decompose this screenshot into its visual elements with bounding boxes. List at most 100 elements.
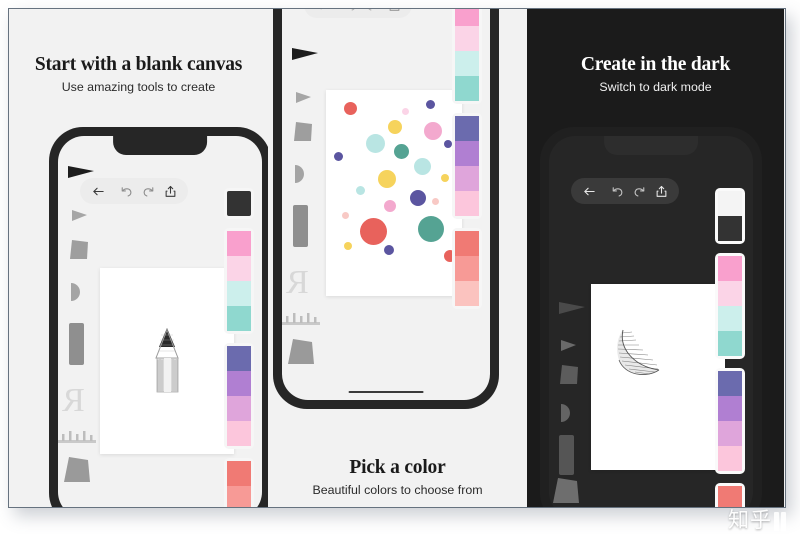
- swatch-blush[interactable]: [718, 446, 742, 471]
- swatch-coral[interactable]: [455, 231, 479, 256]
- small-triangle-tool-icon[interactable]: [296, 90, 312, 108]
- palette-selected-group[interactable]: [224, 188, 254, 219]
- drawing-canvas-1[interactable]: [100, 268, 234, 454]
- confetti-dot: [378, 170, 396, 188]
- swatch-coral[interactable]: [718, 486, 742, 507]
- palette-group-purples[interactable]: [452, 113, 482, 219]
- swatch-blush[interactable]: [455, 191, 479, 216]
- swatch-salmon[interactable]: [455, 256, 479, 281]
- palette-selected-group[interactable]: [715, 188, 745, 244]
- color-palette-2[interactable]: [452, 9, 482, 309]
- panel-pick-a-color: R Pick a color Beautiful colors to choos…: [268, 9, 527, 507]
- swatch-orchid[interactable]: [227, 371, 251, 396]
- undo-icon[interactable]: [115, 179, 137, 203]
- back-arrow-icon[interactable]: [87, 179, 109, 203]
- swatch-teal[interactable]: [455, 76, 479, 101]
- rectangle-tool-icon[interactable]: [293, 205, 308, 252]
- swatch-selected-dark[interactable]: [227, 191, 251, 216]
- swatch-purple[interactable]: [718, 371, 742, 396]
- swatch-pale-mint[interactable]: [718, 306, 742, 331]
- quad-tool-icon[interactable]: [64, 457, 90, 488]
- trapezoid-tool-icon[interactable]: [70, 240, 90, 265]
- color-palette-1[interactable]: [224, 188, 254, 507]
- swatch-hot-pink[interactable]: [455, 9, 479, 26]
- panel-1-subtitle: Use amazing tools to create: [61, 80, 216, 94]
- canvas-toolbar-1[interactable]: [80, 178, 188, 204]
- half-circle-tool-icon[interactable]: [295, 165, 308, 188]
- trapezoid-tool-icon[interactable]: [294, 122, 314, 147]
- share-icon[interactable]: [383, 9, 405, 17]
- tool-rail-3[interactable]: [549, 160, 591, 507]
- swatch-white[interactable]: [718, 191, 742, 216]
- redo-icon[interactable]: [137, 179, 159, 203]
- swatch-salmon[interactable]: [227, 486, 251, 507]
- phone-device-1: R: [49, 127, 268, 507]
- swatch-coral[interactable]: [227, 461, 251, 486]
- swatch-light-pink[interactable]: [227, 256, 251, 281]
- share-icon[interactable]: [159, 179, 181, 203]
- phone-screen-1: R: [58, 136, 262, 507]
- undo-icon[interactable]: [339, 9, 361, 17]
- palette-group-reds[interactable]: [452, 228, 482, 309]
- triangle-tool-icon[interactable]: [292, 46, 320, 67]
- swatch-light-salmon[interactable]: [455, 281, 479, 306]
- triangle-tool-icon[interactable]: [559, 300, 587, 321]
- ruler-tool-icon[interactable]: [282, 312, 322, 331]
- back-arrow-icon[interactable]: [578, 179, 600, 203]
- drawing-canvas-2[interactable]: [326, 90, 462, 296]
- share-icon[interactable]: [650, 179, 672, 203]
- swatch-pale-mint[interactable]: [227, 281, 251, 306]
- swatch-teal[interactable]: [227, 306, 251, 331]
- redo-icon[interactable]: [361, 9, 383, 17]
- swatch-purple[interactable]: [227, 346, 251, 371]
- swatch-lilac[interactable]: [227, 396, 251, 421]
- small-triangle-tool-icon[interactable]: [72, 208, 88, 226]
- confetti-dot: [344, 242, 352, 250]
- panel-2-title: Pick a color: [349, 457, 446, 478]
- pencil-sketch: [155, 328, 179, 393]
- half-circle-tool-icon[interactable]: [71, 283, 84, 306]
- letter-r-tool-icon[interactable]: R: [62, 382, 85, 420]
- swatch-lilac[interactable]: [455, 166, 479, 191]
- palette-group-purples[interactable]: [715, 368, 745, 474]
- undo-icon[interactable]: [606, 179, 628, 203]
- palette-group-reds[interactable]: [224, 458, 254, 507]
- back-arrow-icon[interactable]: [311, 9, 333, 17]
- rectangle-tool-icon[interactable]: [559, 435, 574, 480]
- drawing-canvas-3[interactable]: [591, 284, 725, 470]
- palette-group-pinks-mints[interactable]: [715, 253, 745, 359]
- panel-3-title: Create in the dark: [580, 54, 731, 75]
- swatch-selected-dark[interactable]: [718, 216, 742, 241]
- swatch-hot-pink[interactable]: [227, 231, 251, 256]
- canvas-toolbar-3[interactable]: [571, 178, 679, 204]
- home-indicator-2: [348, 390, 424, 393]
- swatch-orchid[interactable]: [718, 396, 742, 421]
- redo-icon[interactable]: [628, 179, 650, 203]
- trapezoid-tool-icon[interactable]: [560, 365, 580, 390]
- tool-rail-2[interactable]: R: [282, 42, 324, 400]
- palette-group-purples[interactable]: [224, 343, 254, 449]
- small-triangle-tool-icon[interactable]: [561, 338, 577, 356]
- swatch-orchid[interactable]: [455, 141, 479, 166]
- confetti-dot: [394, 144, 409, 159]
- canvas-toolbar-2[interactable]: [304, 9, 412, 18]
- palette-group-pinks-mints[interactable]: [452, 9, 482, 104]
- quad-tool-icon[interactable]: [553, 478, 579, 507]
- quad-tool-icon[interactable]: [288, 339, 314, 370]
- color-palette-3[interactable]: [715, 188, 745, 507]
- swatch-blush[interactable]: [227, 421, 251, 446]
- swatch-pale-mint[interactable]: [455, 51, 479, 76]
- swatch-hot-pink[interactable]: [718, 256, 742, 281]
- half-circle-tool-icon[interactable]: [561, 404, 574, 427]
- swatch-teal[interactable]: [718, 331, 742, 356]
- swatch-lilac[interactable]: [718, 421, 742, 446]
- swatch-purple[interactable]: [455, 116, 479, 141]
- swatch-light-pink[interactable]: [455, 26, 479, 51]
- ruler-tool-icon[interactable]: [58, 430, 98, 449]
- swatch-light-pink[interactable]: [718, 281, 742, 306]
- palette-group-pinks-mints[interactable]: [224, 228, 254, 334]
- letter-r-tool-icon[interactable]: R: [286, 264, 309, 302]
- tool-rail-1[interactable]: R: [58, 160, 100, 507]
- palette-group-reds[interactable]: [715, 483, 745, 507]
- rectangle-tool-icon[interactable]: [69, 323, 84, 370]
